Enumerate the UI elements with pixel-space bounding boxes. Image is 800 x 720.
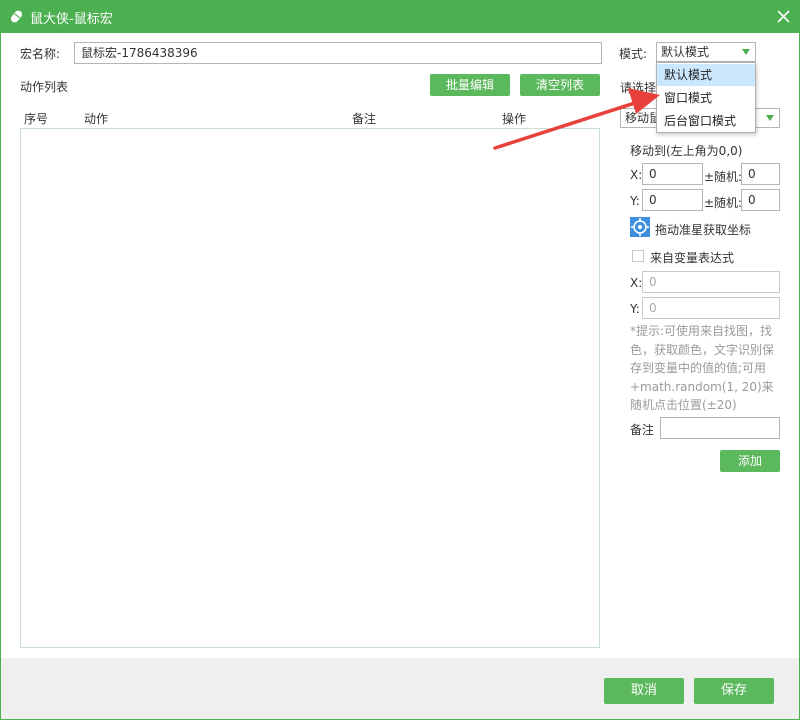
var-y-input[interactable]: 0	[642, 297, 780, 319]
macro-name-label: 宏名称:	[20, 47, 61, 61]
y-label: Y:	[630, 194, 640, 208]
random-x-input[interactable]: 0	[741, 163, 780, 185]
clear-list-button[interactable]: 清空列表	[520, 74, 600, 96]
mode-option-background-window[interactable]: 后台窗口模式	[657, 110, 755, 132]
var-x-label: X:	[630, 276, 643, 290]
drag-crosshair-label: 拖动准星获取坐标	[655, 223, 752, 237]
column-header-action: 动作	[84, 112, 109, 126]
dropdown-arrow-icon	[766, 115, 774, 121]
column-header-note: 备注	[352, 112, 377, 126]
save-button[interactable]: 保存	[694, 678, 774, 704]
choose-action-label: 请选择	[620, 81, 657, 95]
move-to-label: 移动到(左上角为0,0)	[630, 144, 743, 158]
from-variable-label: 来自变量表达式	[650, 251, 735, 265]
action-list-title: 动作列表	[20, 80, 69, 94]
var-y-label: Y:	[630, 302, 640, 316]
random-y-label: ±随机:	[704, 196, 743, 210]
action-list-table[interactable]	[20, 128, 600, 648]
mode-option-default[interactable]: 默认模式	[657, 64, 755, 86]
close-icon	[777, 10, 790, 23]
mode-dropdown-menu: 默认模式 窗口模式 后台窗口模式	[656, 62, 756, 133]
dropdown-arrow-icon	[742, 49, 750, 55]
macro-name-input[interactable]: 鼠标宏-1786438396	[74, 42, 602, 64]
hint-text: *提示:可使用来自找图，找色，获取颜色，文字识别保存到变量中的值的值;可用+ma…	[630, 324, 775, 412]
add-button[interactable]: 添加	[720, 450, 780, 472]
mode-select-value: 默认模式	[661, 45, 710, 59]
note-label: 备注	[630, 423, 655, 437]
title-bar: 鼠大侠-鼠标宏	[0, 0, 800, 33]
mode-select[interactable]: 默认模式	[656, 42, 756, 62]
mode-option-window[interactable]: 窗口模式	[657, 87, 755, 109]
from-variable-checkbox[interactable]	[632, 250, 644, 262]
column-header-index: 序号	[24, 112, 49, 126]
var-x-input[interactable]: 0	[642, 271, 780, 293]
random-x-label: ±随机:	[704, 170, 743, 184]
crosshair-icon[interactable]	[630, 217, 650, 237]
column-header-operation: 操作	[502, 112, 527, 126]
note-input[interactable]	[660, 417, 780, 439]
batch-edit-button[interactable]: 批量编辑	[430, 74, 510, 96]
y-coordinate-input[interactable]: 0	[642, 189, 703, 211]
mode-label: 模式:	[619, 47, 648, 61]
random-y-input[interactable]: 0	[741, 189, 780, 211]
x-coordinate-input[interactable]: 0	[642, 163, 703, 185]
x-label: X:	[630, 168, 643, 182]
window-title: 鼠大侠-鼠标宏	[30, 12, 113, 27]
mouse-icon	[10, 10, 23, 23]
cancel-button[interactable]: 取消	[604, 678, 684, 704]
close-button[interactable]	[767, 0, 800, 33]
